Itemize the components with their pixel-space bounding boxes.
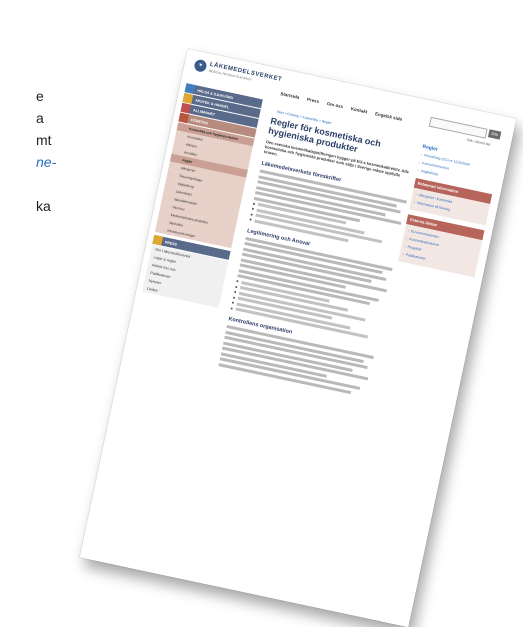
section-color-icon xyxy=(180,102,192,114)
topnav-item[interactable]: Engelsk sida xyxy=(374,111,403,123)
edge-text-4: ne- xyxy=(36,154,57,170)
topnav-item[interactable]: Kontakt xyxy=(350,106,367,115)
topnav-item[interactable]: Press xyxy=(306,97,320,105)
left-group-header-label: PRESS xyxy=(164,239,178,247)
section-color-icon xyxy=(182,93,194,104)
topnav-item[interactable]: Startsida xyxy=(280,91,300,101)
search-input[interactable] xyxy=(428,116,488,139)
search-button[interactable]: Sök xyxy=(487,129,502,140)
section-color-icon xyxy=(178,112,190,124)
section-color-icon xyxy=(152,234,164,246)
section-color-icon xyxy=(184,83,196,94)
topnav-item[interactable]: Om oss xyxy=(326,101,343,110)
external-links-box: Externa länkar EU-kommissionenKosmetikad… xyxy=(398,214,485,278)
edge-text-3: mt xyxy=(36,132,52,148)
logo-icon: ✶ xyxy=(193,58,208,73)
edge-text-2: a xyxy=(36,110,44,126)
edge-text-1: e xyxy=(36,88,44,104)
search-scope-radio[interactable]: Sök i denna del xyxy=(466,137,491,148)
edge-text-6: ka xyxy=(36,198,51,214)
